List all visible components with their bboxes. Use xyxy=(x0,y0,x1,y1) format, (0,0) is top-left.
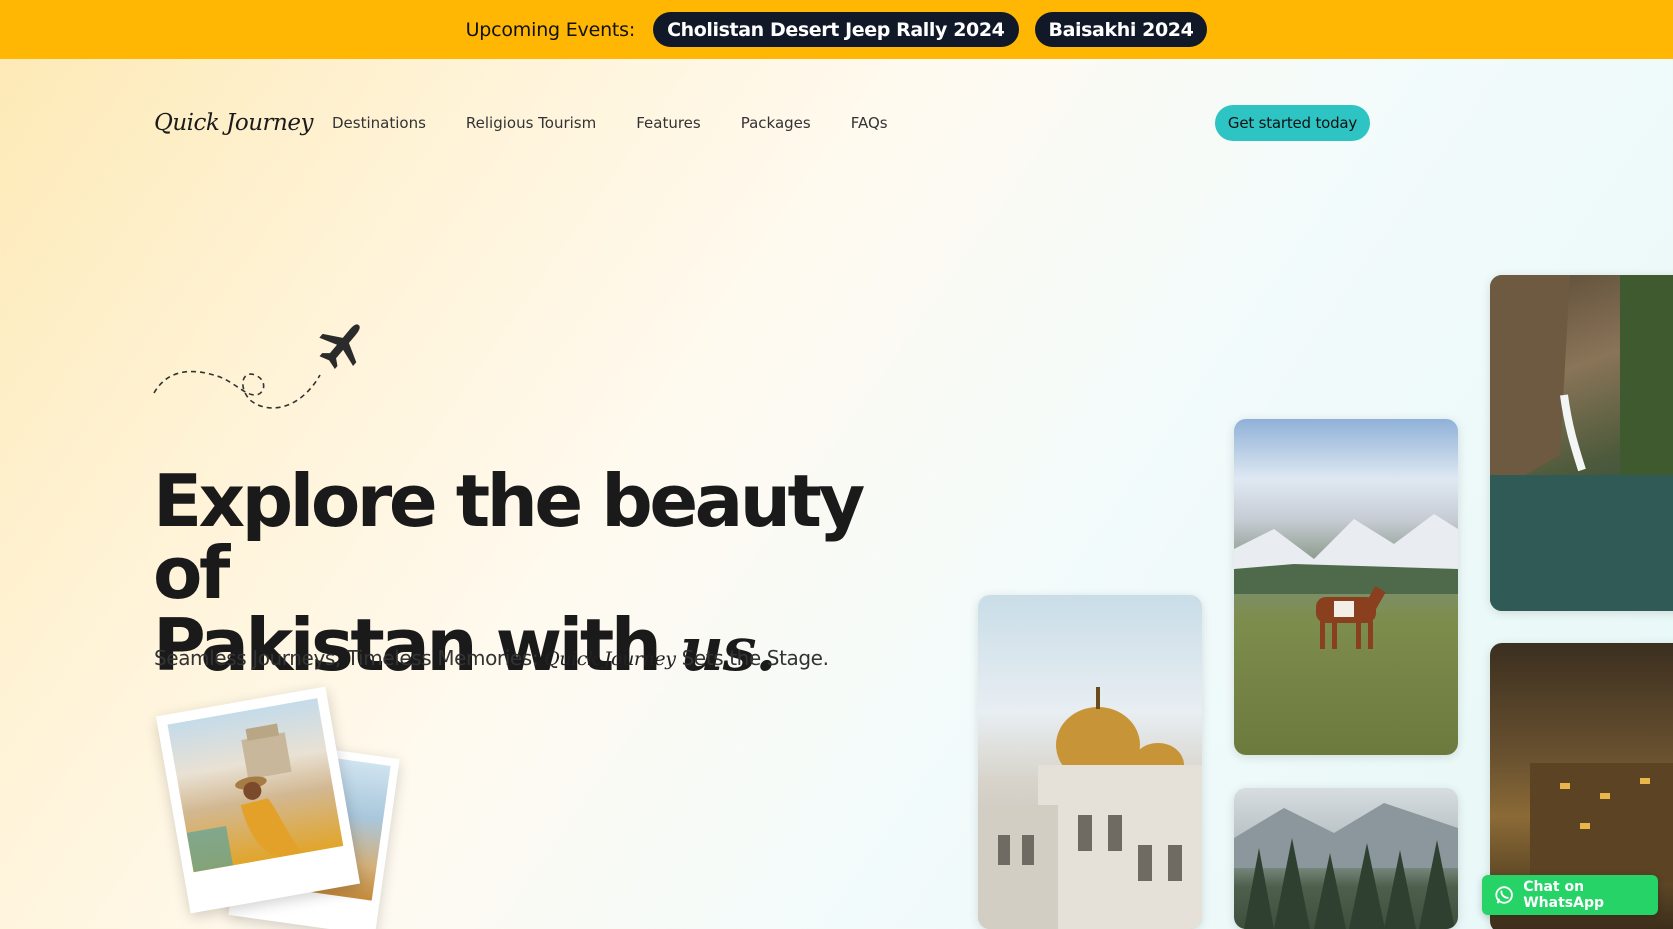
nav-link-religious-tourism[interactable]: Religious Tourism xyxy=(466,114,596,132)
destination-card-meadow[interactable] xyxy=(1234,419,1458,755)
gurdwara-image xyxy=(978,687,1202,929)
whatsapp-label: Chat on WhatsApp xyxy=(1523,879,1604,911)
traveler-illustration xyxy=(186,723,302,873)
subline-after: Sets the Stage. xyxy=(681,646,829,670)
hero-headline-line1: Explore the beauty of xyxy=(153,459,865,615)
subline-before: Seamless Journeys, Timeless Memories: xyxy=(154,646,539,670)
upcoming-events-banner: Upcoming Events: Cholistan Desert Jeep R… xyxy=(0,0,1673,59)
hero-subline: Seamless Journeys, Timeless Memories: Qu… xyxy=(154,646,829,670)
polaroid-front-image xyxy=(167,698,344,873)
airplane-icon xyxy=(153,324,360,409)
nav-link-features[interactable]: Features xyxy=(636,114,701,132)
subline-brand: Quick Journey xyxy=(544,648,676,670)
event-pill-baisakhi[interactable]: Baisakhi 2024 xyxy=(1034,12,1208,47)
nav-link-packages[interactable]: Packages xyxy=(741,114,811,132)
nav-link-faqs[interactable]: FAQs xyxy=(851,114,888,132)
whatsapp-chat-button[interactable]: Chat on WhatsApp xyxy=(1482,875,1658,915)
nav-link-destinations[interactable]: Destinations xyxy=(332,114,426,132)
pine-forest-image xyxy=(1234,803,1458,929)
whatsapp-icon xyxy=(1495,886,1513,904)
logo[interactable]: Quick Journey xyxy=(154,103,313,143)
waterfall-image xyxy=(1490,275,1673,611)
destination-card-gurdwara[interactable] xyxy=(978,595,1202,929)
get-started-button[interactable]: Get started today xyxy=(1215,105,1370,141)
polaroid-photo-front xyxy=(155,686,361,914)
nav-links: Destinations Religious Tourism Features … xyxy=(332,103,888,143)
destination-card-waterfall[interactable] xyxy=(1490,275,1673,611)
event-pill-jeep-rally[interactable]: Cholistan Desert Jeep Rally 2024 xyxy=(653,12,1019,47)
upcoming-events-label: Upcoming Events: xyxy=(465,18,636,41)
destination-card-forest[interactable] xyxy=(1234,788,1458,929)
main-nav: Quick Journey Destinations Religious Tou… xyxy=(0,103,1673,143)
meadow-horse-image xyxy=(1234,514,1458,649)
hero-headline-text: Pakistan with xyxy=(153,603,662,687)
